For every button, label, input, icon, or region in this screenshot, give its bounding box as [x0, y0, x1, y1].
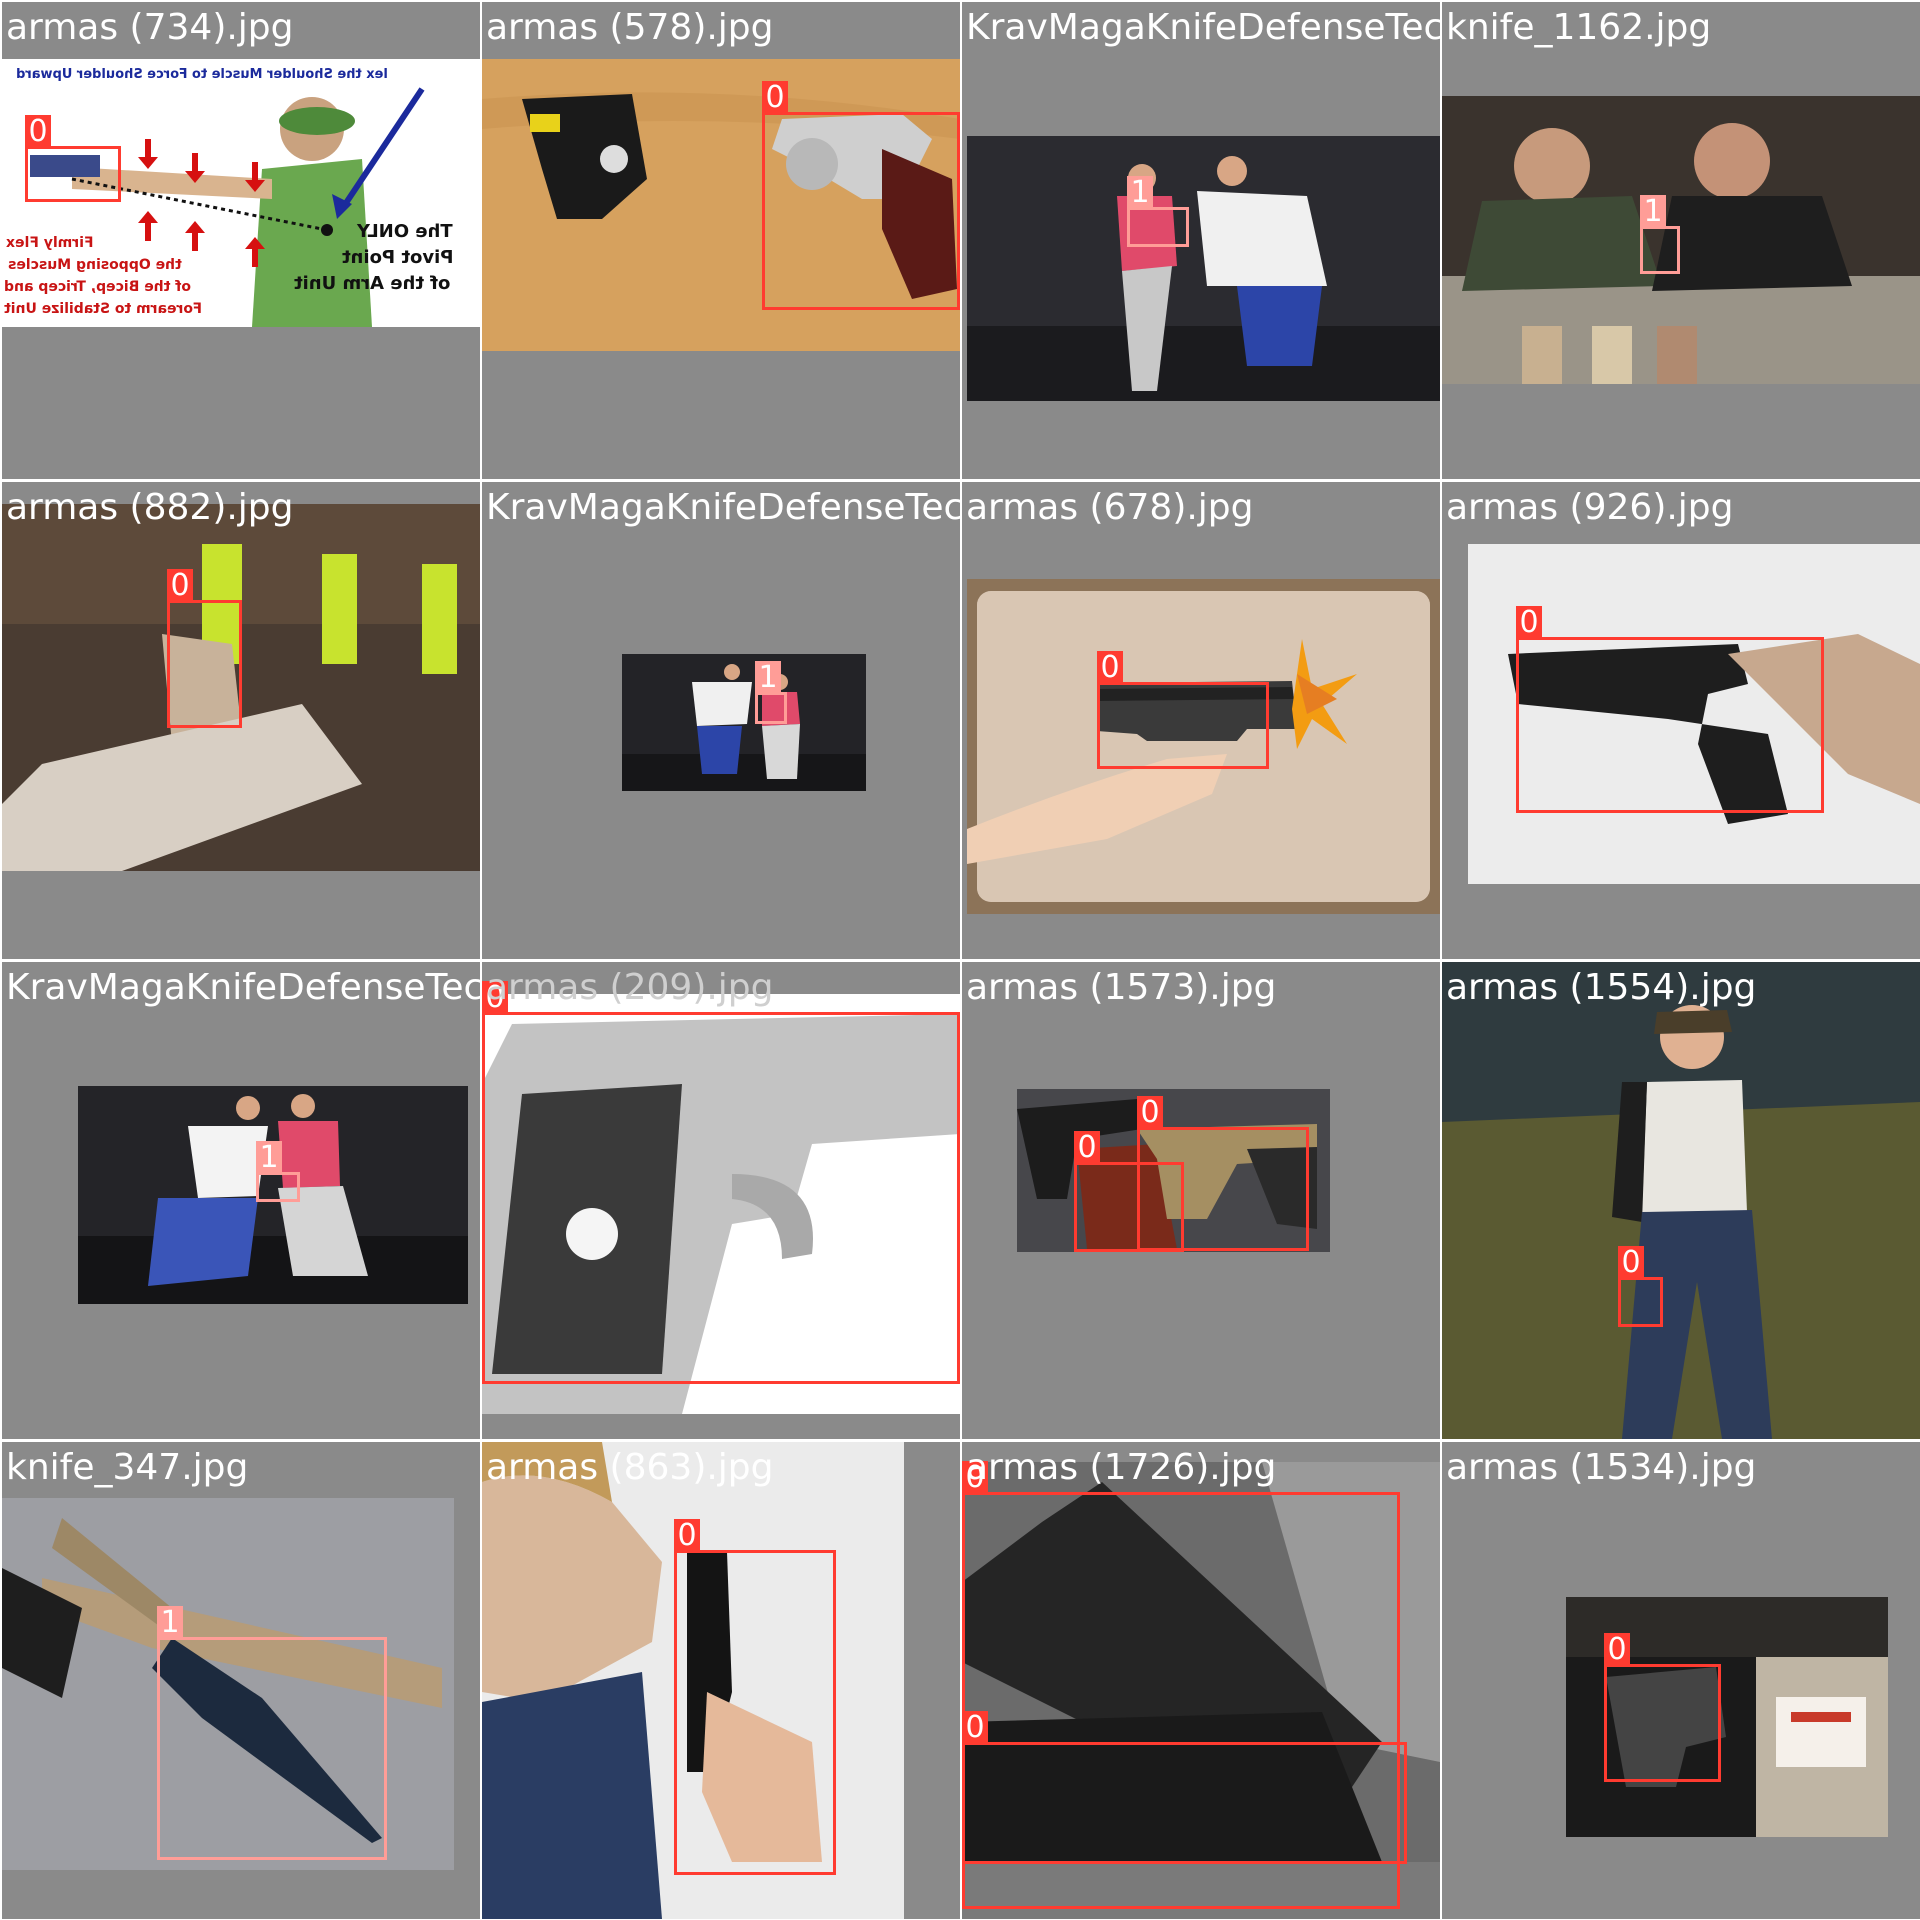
class-label: 0 [1137, 1096, 1163, 1130]
detection-box: 0 [25, 115, 121, 202]
filename-label: armas (1554).jpg [1446, 967, 1757, 1008]
detection-box: 0 [1097, 651, 1269, 769]
class-label: 0 [1074, 1131, 1100, 1165]
tile-13: 1 knife_347.jpg [2, 1442, 480, 1919]
detection-box: 0 [674, 1519, 836, 1875]
filename-label: armas (734).jpg [6, 7, 294, 48]
tile-15: 0 0 armas (1726).jpg [962, 1442, 1440, 1919]
image-krav-maga-knife-defense [622, 654, 866, 791]
detection-box: 0 [1604, 1633, 1721, 1782]
image-woman-holstered-pistol [1442, 962, 1920, 1439]
class-label: 0 [962, 1711, 988, 1745]
class-label: 1 [1127, 176, 1153, 210]
filename-label: armas (882).jpg [6, 487, 294, 528]
filename-label: armas (1534).jpg [1446, 1447, 1757, 1488]
filename-label: armas (1726).jpg [966, 1447, 1277, 1488]
tile-14: 0 armas (863).jpg [482, 1442, 960, 1919]
filename-label: KravMagaKnifeDefenseTechniques (1675).jp… [966, 7, 1440, 48]
tile-9: 1 KravMagaKnifeDefenseTechniques (720).j… [2, 962, 480, 1439]
tile-4: 1 knife_1162.jpg [1442, 2, 1920, 479]
detection-box: 1 [157, 1606, 387, 1860]
filename-label: armas (1573).jpg [966, 967, 1277, 1008]
filename-label: armas (209).jpg [486, 967, 774, 1008]
image-two-men-knife-table [1442, 96, 1920, 384]
class-label: 1 [256, 1141, 282, 1175]
diagram-caption-flex-4: Forearm to Stabilize Unit [4, 301, 202, 317]
detection-image-grid: lex the Shoulder Muscle to Force Shoulde… [0, 0, 1920, 1920]
class-label: 0 [167, 569, 193, 603]
detection-box: 0 [167, 569, 242, 728]
tile-7: 0 armas (678).jpg [962, 482, 1440, 959]
detection-box: 1 [1127, 176, 1189, 247]
tile-11: 0 0 armas (1573).jpg [962, 962, 1440, 1439]
class-label: 0 [1618, 1246, 1644, 1280]
filename-label: KravMagaKnifeDefenseTechniques (1078).jp… [486, 487, 960, 528]
detection-box: 0 [1516, 606, 1824, 813]
filename-label: armas (578).jpg [486, 7, 774, 48]
tile-6: 1 KravMagaKnifeDefenseTechniques (1078).… [482, 482, 960, 959]
photo-drawing [622, 654, 866, 791]
tile-12: 0 armas (1554).jpg [1442, 962, 1920, 1439]
detection-box: 0 [962, 1711, 1407, 1864]
tile-3: 1 KravMagaKnifeDefenseTechniques (1675).… [962, 2, 1440, 479]
photo-drawing [1442, 962, 1920, 1439]
diagram-caption-pivot-3: of the Arm Unit [294, 273, 451, 294]
photo-drawing [967, 136, 1440, 401]
class-label: 1 [755, 661, 781, 695]
detection-box: 0 [482, 981, 960, 1384]
class-label: 1 [1640, 195, 1666, 229]
tile-2: 0 armas (578).jpg [482, 2, 960, 479]
filename-label: armas (678).jpg [966, 487, 1254, 528]
detection-box: 0 [1618, 1246, 1663, 1327]
class-label: 0 [25, 115, 51, 149]
filename-label: armas (926).jpg [1446, 487, 1734, 528]
filename-label: armas (863).jpg [486, 1447, 774, 1488]
detection-box: 1 [256, 1141, 300, 1202]
filename-label: KravMagaKnifeDefenseTechniques (720).jpg [6, 967, 480, 1008]
class-label: 0 [762, 81, 788, 115]
class-label: 0 [1097, 651, 1123, 685]
tile-10: 0 armas (209).jpg [482, 962, 960, 1439]
diagram-caption-top: lex the Shoulder Muscle to Force Shoulde… [16, 67, 388, 82]
diagram-caption-flex-2: the Opposing Muscles [8, 257, 182, 273]
class-label: 0 [1516, 606, 1542, 640]
filename-label: knife_347.jpg [6, 1447, 249, 1488]
tile-16: 0 armas (1534).jpg [1442, 1442, 1920, 1919]
diagram-caption-flex-3: of the Bicep, Tricep and [4, 279, 191, 295]
tile-5: 0 armas (882).jpg [2, 482, 480, 959]
class-label: 0 [1604, 1633, 1630, 1667]
image-krav-maga-knife-defense [967, 136, 1440, 401]
photo-drawing [1442, 96, 1920, 384]
diagram-caption-pivot-1: The ONLY [357, 221, 453, 242]
detection-box: 0 [1137, 1096, 1309, 1251]
diagram-caption-flex-1: Firmly Flex [6, 235, 94, 251]
diagram-caption-pivot-2: Pivot Point [342, 247, 454, 268]
class-label: 0 [674, 1519, 700, 1553]
tile-8: 0 armas (926).jpg [1442, 482, 1920, 959]
detection-box: 1 [755, 661, 787, 724]
detection-box: 0 [762, 81, 960, 310]
detection-box: 1 [1640, 195, 1680, 274]
filename-label: knife_1162.jpg [1446, 7, 1712, 48]
tile-1: lex the Shoulder Muscle to Force Shoulde… [2, 2, 480, 479]
class-label: 1 [157, 1606, 183, 1640]
